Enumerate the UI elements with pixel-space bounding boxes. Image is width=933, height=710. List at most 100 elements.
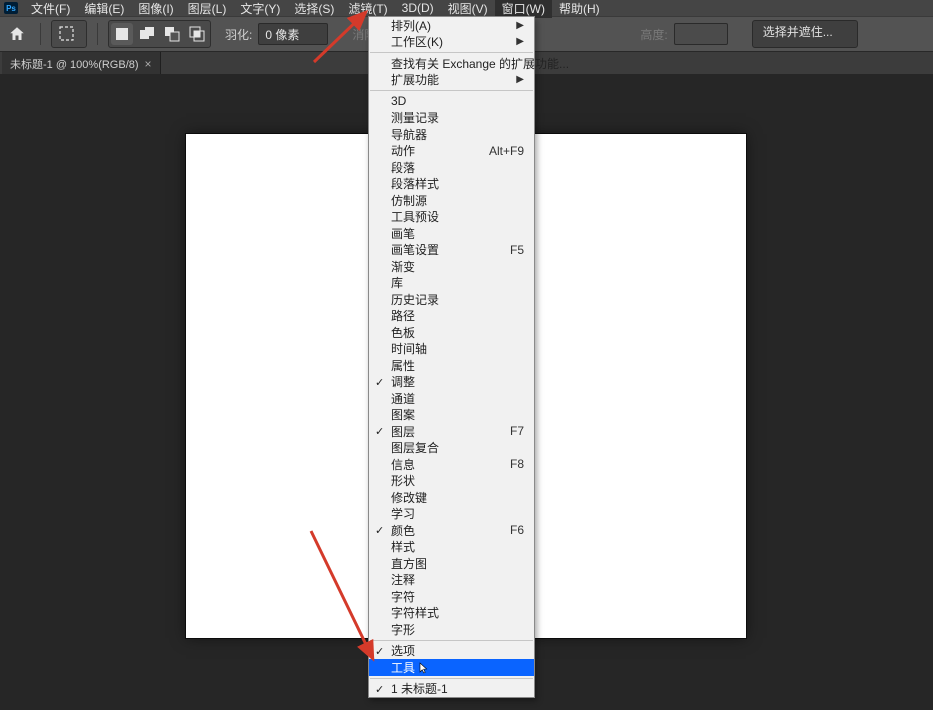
selection-add-icon[interactable] bbox=[136, 23, 158, 45]
menu-item-label: 渐变 bbox=[391, 258, 415, 275]
menu-item[interactable]: 时间轴 bbox=[369, 341, 534, 358]
menu-item[interactable]: 查找有关 Exchange 的扩展功能... bbox=[369, 55, 534, 72]
height-input[interactable] bbox=[674, 23, 728, 45]
menu-item[interactable]: 历史记录 bbox=[369, 291, 534, 308]
menu-separator bbox=[370, 52, 533, 53]
menu-type[interactable]: 文字(Y) bbox=[233, 0, 287, 18]
menu-item-label: 路径 bbox=[391, 307, 415, 324]
menu-item[interactable]: 样式 bbox=[369, 539, 534, 556]
menu-item-shortcut: F8 bbox=[510, 457, 524, 471]
menu-item[interactable]: ✓选项 bbox=[369, 643, 534, 660]
document-tab[interactable]: 未标题-1 @ 100%(RGB/8) × bbox=[2, 52, 161, 76]
menu-item-label: 信息 bbox=[391, 456, 415, 473]
menu-view[interactable]: 视图(V) bbox=[441, 0, 495, 18]
select-and-mask-label: 选择并遮住... bbox=[763, 25, 833, 39]
submenu-arrow-icon: ▶ bbox=[516, 74, 524, 85]
menu-item-label: 图层 bbox=[391, 423, 415, 440]
feather-input[interactable] bbox=[258, 23, 328, 45]
menu-item-label: 直方图 bbox=[391, 555, 427, 572]
menu-image[interactable]: 图像(I) bbox=[131, 0, 180, 18]
selection-intersect-icon[interactable] bbox=[186, 23, 208, 45]
menu-layer[interactable]: 图层(L) bbox=[181, 0, 234, 18]
menu-3d[interactable]: 3D(D) bbox=[395, 0, 441, 16]
menu-item[interactable]: 图案 bbox=[369, 407, 534, 424]
menu-item[interactable]: ✓颜色F6 bbox=[369, 522, 534, 539]
selection-mode-group bbox=[108, 20, 211, 48]
menu-item[interactable]: 段落 bbox=[369, 159, 534, 176]
menu-item[interactable]: 扩展功能▶ bbox=[369, 72, 534, 89]
menu-item[interactable]: ✓调整 bbox=[369, 374, 534, 391]
cursor-icon bbox=[419, 662, 429, 674]
menu-item-label: 工具 bbox=[391, 659, 415, 676]
menu-item[interactable]: 画笔设置F5 bbox=[369, 242, 534, 259]
menu-item-label: 形状 bbox=[391, 472, 415, 489]
menu-separator bbox=[370, 678, 533, 679]
menu-item-label: 画笔 bbox=[391, 225, 415, 242]
menu-item-label: 仿制源 bbox=[391, 192, 427, 209]
menu-item[interactable]: 仿制源 bbox=[369, 192, 534, 209]
menu-item[interactable]: 色板 bbox=[369, 324, 534, 341]
menu-item[interactable]: 排列(A)▶ bbox=[369, 17, 534, 34]
close-icon[interactable]: × bbox=[145, 58, 152, 70]
select-and-mask-button[interactable]: 选择并遮住... bbox=[752, 20, 858, 48]
document-tab-title: 未标题-1 @ 100%(RGB/8) bbox=[10, 56, 139, 72]
menu-select[interactable]: 选择(S) bbox=[287, 0, 341, 18]
app-logo: Ps bbox=[4, 2, 18, 14]
menu-item-label: 段落样式 bbox=[391, 175, 439, 192]
menu-item[interactable]: 形状 bbox=[369, 473, 534, 490]
menu-item[interactable]: 字符样式 bbox=[369, 605, 534, 622]
submenu-arrow-icon: ▶ bbox=[516, 20, 524, 31]
home-icon[interactable] bbox=[4, 21, 30, 47]
menu-item-label: 选项 bbox=[391, 642, 415, 659]
menu-item-label: 样式 bbox=[391, 538, 415, 555]
menu-item-label: 注释 bbox=[391, 571, 415, 588]
menu-file[interactable]: 文件(F) bbox=[24, 0, 77, 18]
menu-item[interactable]: 渐变 bbox=[369, 258, 534, 275]
menu-item[interactable]: 动作Alt+F9 bbox=[369, 143, 534, 160]
feather-label: 羽化: bbox=[225, 26, 252, 43]
menu-item-label: 学习 bbox=[391, 505, 415, 522]
menu-item[interactable]: 学习 bbox=[369, 506, 534, 523]
check-icon: ✓ bbox=[375, 376, 384, 389]
check-icon: ✓ bbox=[375, 683, 384, 696]
menu-item[interactable]: 工作区(K)▶ bbox=[369, 34, 534, 51]
menu-help[interactable]: 帮助(H) bbox=[552, 0, 607, 18]
menu-item[interactable]: 画笔 bbox=[369, 225, 534, 242]
menu-item[interactable]: 路径 bbox=[369, 308, 534, 325]
window-menu-dropdown: 排列(A)▶工作区(K)▶ 查找有关 Exchange 的扩展功能...扩展功能▶… bbox=[368, 16, 535, 698]
menu-item[interactable]: ✓1 未标题-1 bbox=[369, 681, 534, 698]
menu-separator bbox=[370, 640, 533, 641]
menu-item[interactable]: 工具预设 bbox=[369, 209, 534, 226]
menu-window[interactable]: 窗口(W) bbox=[495, 0, 552, 18]
menu-item[interactable]: 图层复合 bbox=[369, 440, 534, 457]
menu-item-label: 字符样式 bbox=[391, 604, 439, 621]
menu-item[interactable]: ✓图层F7 bbox=[369, 423, 534, 440]
menu-item[interactable]: 工具 bbox=[369, 659, 534, 676]
selection-new-icon[interactable] bbox=[111, 23, 133, 45]
menu-item-shortcut: F5 bbox=[510, 243, 524, 257]
menu-item[interactable]: 直方图 bbox=[369, 555, 534, 572]
menu-item-label: 查找有关 Exchange 的扩展功能... bbox=[391, 55, 569, 72]
submenu-arrow-icon: ▶ bbox=[516, 36, 524, 47]
menu-item[interactable]: 导航器 bbox=[369, 126, 534, 143]
marquee-tool-icon[interactable] bbox=[51, 20, 87, 48]
menu-item[interactable]: 3D bbox=[369, 93, 534, 110]
menu-edit[interactable]: 编辑(E) bbox=[77, 0, 131, 18]
menu-item[interactable]: 信息 F8 bbox=[369, 456, 534, 473]
menu-item[interactable]: 库 bbox=[369, 275, 534, 292]
menu-item[interactable]: 段落样式 bbox=[369, 176, 534, 193]
menu-item-label: 时间轴 bbox=[391, 340, 427, 357]
selection-subtract-icon[interactable] bbox=[161, 23, 183, 45]
menu-item-label: 字符 bbox=[391, 588, 415, 605]
menu-item-label: 动作 bbox=[391, 142, 415, 159]
menu-filter[interactable]: 滤镜(T) bbox=[341, 0, 394, 18]
menu-item-label: 修改键 bbox=[391, 489, 427, 506]
menu-item[interactable]: 修改键 bbox=[369, 489, 534, 506]
menu-item[interactable]: 属性 bbox=[369, 357, 534, 374]
menu-item[interactable]: 字符 bbox=[369, 588, 534, 605]
menu-item-label: 颜色 bbox=[391, 522, 415, 539]
menu-item[interactable]: 通道 bbox=[369, 390, 534, 407]
menu-item[interactable]: 注释 bbox=[369, 572, 534, 589]
menu-item[interactable]: 测量记录 bbox=[369, 110, 534, 127]
menu-item[interactable]: 字形 bbox=[369, 621, 534, 638]
